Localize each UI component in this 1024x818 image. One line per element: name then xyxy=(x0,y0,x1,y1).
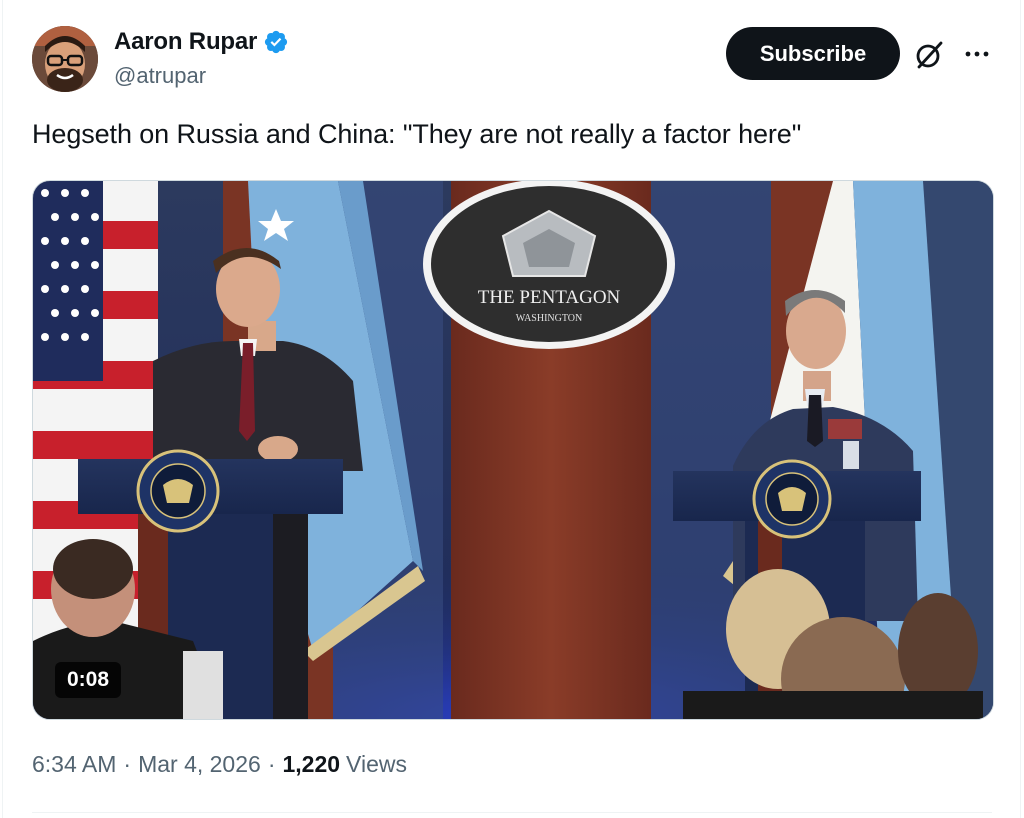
views-label[interactable]: Views xyxy=(346,751,407,778)
tweet-time[interactable]: 6:34 AM xyxy=(32,751,116,778)
meta-separator: · xyxy=(123,751,132,777)
profile-avatar[interactable] xyxy=(32,26,98,92)
verified-badge-icon xyxy=(263,29,289,55)
more-options-icon[interactable] xyxy=(960,42,994,66)
card-left-edge xyxy=(2,0,3,818)
subscribe-button[interactable]: Subscribe xyxy=(726,27,900,80)
video-player[interactable]: THE PENTAGON WASHINGTON 0:08 xyxy=(32,180,994,720)
seal-subtitle: WASHINGTON xyxy=(516,313,582,324)
meta-separator: · xyxy=(267,751,276,777)
tweet-date[interactable]: Mar 4, 2026 xyxy=(138,751,261,778)
video-frame: THE PENTAGON WASHINGTON xyxy=(33,181,993,719)
pentagon-seal: THE PENTAGON WASHINGTON xyxy=(423,181,675,349)
card-right-edge xyxy=(1020,0,1021,818)
author-name-row[interactable]: Aaron Rupar xyxy=(114,28,289,56)
tweet-meta: 6:34 AM · Mar 4, 2026 · 1,220 Views xyxy=(32,751,407,778)
grok-icon[interactable] xyxy=(912,38,946,72)
bottom-divider xyxy=(32,812,992,813)
views-count[interactable]: 1,220 xyxy=(282,751,340,778)
author-display-name[interactable]: Aaron Rupar xyxy=(114,28,257,56)
author-handle[interactable]: @atrupar xyxy=(114,63,206,89)
tweet-text: Hegseth on Russia and China: "They are n… xyxy=(32,119,802,149)
video-duration-badge: 0:08 xyxy=(55,662,122,698)
avatar-image xyxy=(32,26,98,92)
seal-title: THE PENTAGON xyxy=(478,287,621,308)
